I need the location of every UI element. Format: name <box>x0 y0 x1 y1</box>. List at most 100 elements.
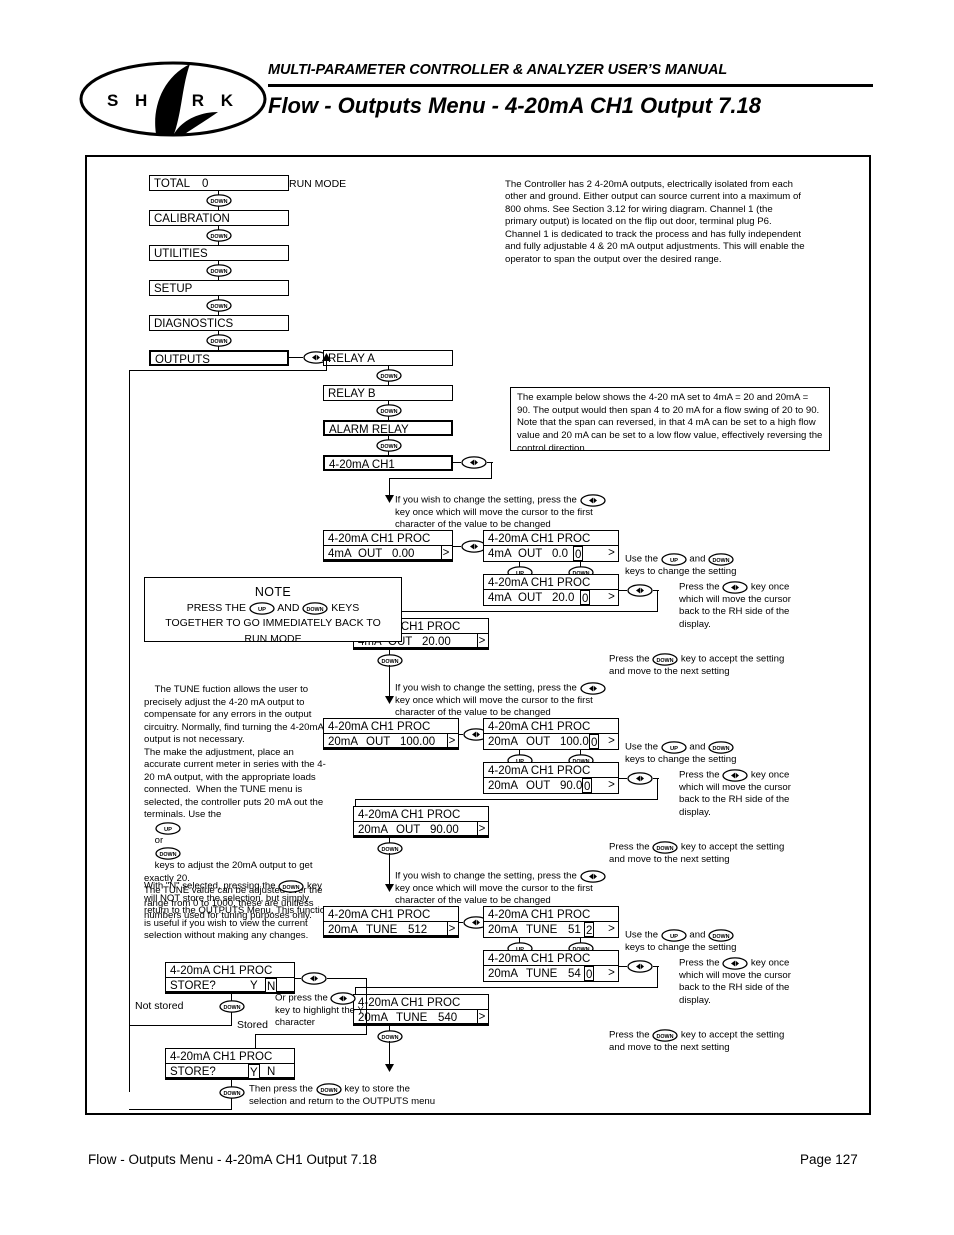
display-field-channel: 20mA <box>328 736 359 748</box>
down-key-icon[interactable]: DOWN <box>652 841 678 854</box>
down-key-icon[interactable]: DOWN <box>376 439 402 452</box>
menu-item-outputs[interactable]: OUTPUTS <box>149 350 289 366</box>
instruction-text: key once which will move the cursor to t… <box>395 507 593 531</box>
instruction-text: Press the <box>679 957 720 969</box>
down-key-icon[interactable]: DOWN <box>708 741 734 754</box>
leftright-key-icon[interactable] <box>627 584 653 597</box>
display-value-row: 4mA OUT 0.00 > <box>324 546 452 561</box>
store-option-n-selected[interactable]: N <box>265 978 278 993</box>
submenu-item-4-20ma-ch1[interactable]: 4-20mA CH1 <box>323 455 453 471</box>
menu-item-total[interactable]: TOTAL 0 <box>149 175 289 191</box>
down-key-icon[interactable]: DOWN <box>376 369 402 382</box>
instruction-text: key to highlight the Y character <box>275 1005 364 1029</box>
store-prompt-label: STORE? <box>170 1066 216 1078</box>
display-value-row: 20mA OUT 100.00 > <box>324 734 458 749</box>
display-title: 4-20mA CH1 PROC <box>324 907 458 922</box>
display-title: 4-20mA CH1 PROC <box>484 951 618 966</box>
menu-item-utilities[interactable]: UTILITIES <box>149 245 289 261</box>
instruction-text: Press the <box>679 769 720 781</box>
display-title: 4-20mA CH1 PROC <box>324 719 458 734</box>
instruction-text: If you wish to change the setting, press… <box>395 870 577 882</box>
instruction-text: Press the <box>609 841 650 853</box>
note-box: NOTE PRESS THE UP AND DOWN KEYS TOGETHER… <box>144 577 402 645</box>
menu-label: OUTPUTS <box>155 354 210 366</box>
display-title: 4-20mA CH1 PROC <box>166 1049 294 1064</box>
svg-text:DOWN: DOWN <box>380 409 397 415</box>
down-key-icon[interactable]: DOWN <box>708 929 734 942</box>
down-key-icon[interactable]: DOWN <box>206 299 232 312</box>
intro-text: The Controller has 2 4-20mA outputs, ele… <box>505 179 805 265</box>
submenu-item-alarm-relay[interactable]: ALARM RELAY <box>323 420 453 436</box>
instruction-text: Press the <box>679 581 720 593</box>
up-key-icon[interactable]: UP <box>249 602 275 616</box>
down-key-icon[interactable]: DOWN <box>206 194 232 207</box>
up-key-icon[interactable]: UP <box>661 741 687 754</box>
down-key-icon[interactable]: DOWN <box>206 334 232 347</box>
instruction-change-setting-2: If you wish to change the setting, press… <box>395 682 610 720</box>
submenu-item-relay-b[interactable]: RELAY B <box>323 385 453 401</box>
display-title: 4-20mA CH1 PROC <box>324 531 452 546</box>
display-field-value: 20.0 <box>552 592 575 604</box>
svg-text:S H A R K: S H A R K <box>107 91 239 110</box>
submenu-item-relay-a[interactable]: RELAY A <box>323 350 453 366</box>
down-key-icon[interactable]: DOWN <box>652 653 678 666</box>
down-key-icon[interactable]: DOWN <box>708 553 734 566</box>
leftright-key-icon[interactable] <box>579 682 606 695</box>
display-value-row: STORE? Y N <box>166 978 294 993</box>
store-option-y[interactable]: Y <box>250 980 258 992</box>
display-value-row: 4mA OUT 0.0 0 > <box>484 546 618 561</box>
down-key-icon[interactable]: DOWN <box>206 264 232 277</box>
footer-title: Flow - Outputs Menu - 4-20mA CH1 Output … <box>88 1152 377 1167</box>
up-key-icon[interactable]: UP <box>661 929 687 942</box>
svg-text:DOWN: DOWN <box>713 934 730 940</box>
display-tune-cursor: 4-20mA CH1 PROC 20mA TUNE 51 2 > <box>483 906 619 938</box>
display-field-mode: TUNE <box>526 968 558 980</box>
down-key-icon[interactable]: DOWN <box>302 602 329 616</box>
display-value-row: 20mA OUT 90.0 0 > <box>484 778 618 793</box>
display-4ma-out-edited: 4-20mA CH1 PROC 4mA OUT 20.0 0 > <box>483 574 619 606</box>
instruction-text: and <box>689 553 706 565</box>
display-field-value: 100.00 <box>400 736 436 748</box>
menu-item-setup[interactable]: SETUP <box>149 280 289 296</box>
menu-label: UTILITIES <box>154 248 208 260</box>
leftright-key-icon[interactable] <box>722 581 748 594</box>
store-option-y-selected[interactable]: Y <box>248 1064 260 1079</box>
footer-page-number: Page 127 <box>800 1152 858 1167</box>
store-option-n[interactable]: N <box>267 1066 275 1078</box>
cursor-marker: > <box>608 967 615 979</box>
leftright-key-icon[interactable] <box>579 494 606 507</box>
up-key-icon[interactable]: UP <box>155 821 181 835</box>
instruction-use-up-down-3: Use the UP and DOWN keys to change the s… <box>625 929 755 954</box>
svg-text:DOWN: DOWN <box>307 607 324 613</box>
down-key-icon[interactable]: DOWN <box>652 1029 678 1042</box>
up-key-icon[interactable]: UP <box>661 553 687 566</box>
leftright-key-icon[interactable] <box>301 972 327 985</box>
menu-item-diagnostics[interactable]: DIAGNOSTICS <box>149 315 289 331</box>
cursor-digit: 2 <box>584 922 595 937</box>
display-field-mode: OUT <box>518 592 543 604</box>
leftright-key-icon[interactable] <box>627 960 653 973</box>
down-key-icon[interactable]: DOWN <box>316 1083 342 1096</box>
leftright-key-icon[interactable] <box>461 456 487 469</box>
leftright-key-icon[interactable] <box>627 772 653 785</box>
menu-item-calibration[interactable]: CALIBRATION <box>149 210 289 226</box>
leftright-key-icon[interactable] <box>722 957 748 970</box>
down-key-icon[interactable]: DOWN <box>278 880 304 893</box>
svg-text:DOWN: DOWN <box>713 746 730 752</box>
instruction-text: Use the <box>625 929 659 941</box>
down-key-icon[interactable]: DOWN <box>376 404 402 417</box>
leftright-key-icon[interactable] <box>579 870 606 883</box>
leftright-key-icon[interactable] <box>330 992 357 1005</box>
manual-subtitle: MULTI-PARAMETER CONTROLLER & ANALYZER US… <box>268 62 728 78</box>
down-key-icon[interactable]: DOWN <box>206 229 232 242</box>
display-value-row: 20mA OUT 100.0 0 > <box>484 734 618 749</box>
arrow-down-icon <box>385 1064 394 1072</box>
instruction-press-lr-2: Press the key once which will move the c… <box>679 769 797 819</box>
cursor-marker: > <box>608 735 615 747</box>
down-key-icon[interactable]: DOWN <box>155 847 181 860</box>
svg-text:DOWN: DOWN <box>657 1034 674 1040</box>
display-20ma-out-accepted: 4-20mA CH1 PROC 20mA OUT 90.00 > <box>353 806 489 838</box>
display-field-value: 90.00 <box>430 824 459 836</box>
leftright-key-icon[interactable] <box>722 769 748 782</box>
instruction-text: keys to change the setting <box>625 754 737 765</box>
